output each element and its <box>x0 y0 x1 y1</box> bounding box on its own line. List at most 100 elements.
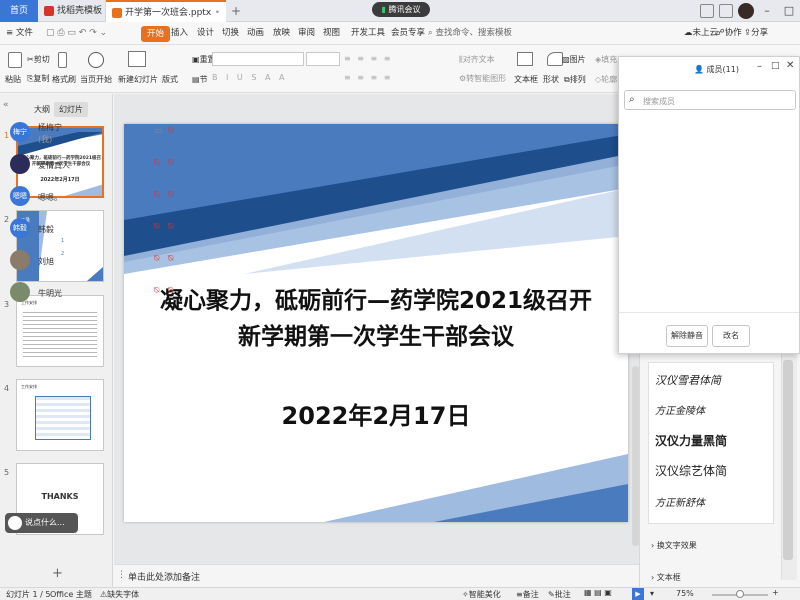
new-slide-button[interactable]: 新建幻灯片 <box>118 74 158 85</box>
add-slide-icon[interactable]: + <box>52 566 63 581</box>
zoom-in-icon[interactable]: + <box>772 588 779 597</box>
member-row[interactable]: 牛明光 ⍉ ⍉ <box>8 278 178 310</box>
tab-template-store[interactable]: 找稻壳模板 <box>38 0 106 22</box>
textbox-toggle[interactable]: › 文本框 <box>651 572 681 583</box>
menu-slideshow[interactable]: 放映 <box>273 22 290 45</box>
notes-bar[interactable]: ⋮ 单击此处添加备注 <box>114 564 639 586</box>
scrollbar[interactable] <box>783 360 793 560</box>
member-row[interactable]: 爱情真人 ⍉ ⍉ <box>8 150 178 182</box>
menu-developer[interactable]: 开发工具 <box>351 22 385 45</box>
slide-canvas[interactable]: 凝心聚力，砥砺前行—药学院2021级召开 新学期第一次学生干部会议 2022年2… <box>124 124 628 522</box>
font-sample-item[interactable]: 汉仪力量黑简 <box>655 432 727 449</box>
meeting-indicator[interactable]: ▮ 腾讯会议 <box>372 2 430 17</box>
paste-icon[interactable] <box>8 52 22 71</box>
mic-muted-icon[interactable]: ⍉ <box>168 286 173 296</box>
collab-button[interactable]: ☍协作 <box>716 22 742 45</box>
font-sample-item[interactable]: 汉仪雪君体简 <box>655 372 721 388</box>
tab-close-icon[interactable]: • <box>215 2 220 24</box>
font-sample-item[interactable]: 汉仪综艺体简 <box>655 462 727 479</box>
outline-button[interactable]: ◇轮廓 <box>595 74 617 85</box>
tab-slides[interactable]: 幻灯片 <box>54 102 88 117</box>
minimize-icon[interactable]: – <box>756 0 778 22</box>
menu-view[interactable]: 视图 <box>323 22 340 45</box>
alignment-icons[interactable]: ≡ ≡ ≡ ≡ <box>344 73 392 82</box>
zoom-level[interactable]: 75% <box>676 589 694 598</box>
menu-insert[interactable]: 插入 <box>171 22 188 45</box>
chat-input[interactable]: 说点什么... <box>5 513 78 533</box>
paste-button[interactable]: 粘贴 <box>5 74 21 85</box>
popup-maximize-icon[interactable]: □ <box>771 61 780 71</box>
popup-minimize-icon[interactable]: – <box>757 61 762 72</box>
quick-access-icons[interactable]: ▢ ⎙ ▭ ↶ ↷ ⌄ <box>46 28 107 38</box>
cloud-status[interactable]: ☁未上云 <box>684 22 718 45</box>
font-sample-item[interactable]: 方正金陵体 <box>655 402 705 417</box>
tabs-icon[interactable] <box>719 4 733 18</box>
play-icon[interactable]: ▶ <box>632 588 644 600</box>
smart-graphic-button[interactable]: ⚙转智能图形 <box>459 73 506 84</box>
menu-animation[interactable]: 动画 <box>247 22 264 45</box>
menu-file[interactable]: ≡ 文件 <box>6 22 33 45</box>
member-row[interactable]: 韩毅 韩毅 ⍉ ⍉ <box>8 214 178 246</box>
comments-toggle[interactable]: ✎批注 <box>548 589 571 600</box>
member-row[interactable]: 刘旭 ⍉ ⍉ <box>8 246 178 278</box>
menu-design[interactable]: 设计 <box>197 22 214 45</box>
smart-beautify-button[interactable]: ✧智能美化 <box>462 589 501 600</box>
shape-button[interactable]: 形状 <box>543 74 559 85</box>
new-tab-icon[interactable]: + <box>231 4 241 18</box>
mic-muted-icon[interactable]: ⍉ <box>168 126 173 136</box>
menu-member[interactable]: 会员专享 <box>391 22 425 45</box>
paragraph-icons[interactable]: ≡ ≡ ≡ ≡ <box>344 54 392 63</box>
align-text-button[interactable]: ⫼对齐文本 <box>459 54 495 65</box>
mic-muted-icon[interactable]: ⍉ <box>168 190 173 200</box>
slide-date[interactable]: 2022年2月17日 <box>124 396 628 431</box>
text-effects-toggle[interactable]: › 换文字效果 <box>651 540 697 551</box>
menu-start[interactable]: 开始 <box>141 26 171 42</box>
member-row[interactable]: 嗯嗯 嗯嗯。 ⍉ ⍉ <box>8 182 178 214</box>
tab-home[interactable]: 首页 <box>0 0 38 22</box>
member-search-input[interactable]: ⌕ 搜索成员 <box>624 90 796 110</box>
mic-muted-icon[interactable]: ⍉ <box>168 254 173 264</box>
copy-button[interactable]: ⎘复制 <box>27 73 49 84</box>
layout-button[interactable]: 版式 <box>162 74 178 85</box>
font-format-icons[interactable]: B I U S A A <box>212 73 287 82</box>
member-name: 杨梅宁 <box>38 123 62 132</box>
font-sample-item[interactable]: 方正新舒体 <box>655 494 705 509</box>
tab-document[interactable]: 开学第一次班会.pptx • <box>106 0 226 22</box>
notes-toggle[interactable]: ≡备注 <box>516 589 539 600</box>
font-size-select[interactable] <box>306 52 340 66</box>
slide-title-line-1[interactable]: 凝心聚力，砥砺前行—药学院2021级召开 <box>124 284 628 318</box>
rename-button[interactable]: 改名 <box>712 325 750 347</box>
view-mode-buttons[interactable]: ▦ ▤ ▣ <box>584 588 612 597</box>
cut-button[interactable]: ✂剪切 <box>27 54 50 65</box>
popup-close-icon[interactable]: ✕ <box>786 60 794 71</box>
mic-muted-icon[interactable]: ⍉ <box>168 158 173 168</box>
picture-button[interactable]: ▨图片 <box>562 54 586 65</box>
collapse-panel-icon[interactable]: « <box>3 100 9 110</box>
slide-title-line-2[interactable]: 新学期第一次学生干部会议 <box>124 320 628 354</box>
unmute-all-button[interactable]: 解除静音 <box>666 325 708 347</box>
video-off-icon: ⍉ <box>154 158 160 168</box>
zoom-out-icon[interactable]: ▾ <box>650 589 654 598</box>
editor-scrollbar[interactable] <box>632 366 639 546</box>
font-family-select[interactable] <box>212 52 304 66</box>
format-painter-button[interactable]: 格式刷 <box>52 74 76 85</box>
textbox-button[interactable]: 文本框 <box>514 74 538 85</box>
menu-transition[interactable]: 切换 <box>222 22 239 45</box>
play-current-button[interactable]: 当页开始 <box>80 74 112 85</box>
tab-outline[interactable]: 大纲 <box>34 104 50 115</box>
share-button[interactable]: ⇪分享 <box>744 22 768 45</box>
slide-thumbnail-4[interactable]: 工作安排 <box>16 379 104 451</box>
menu-review[interactable]: 审阅 <box>298 22 315 45</box>
mic-muted-icon[interactable]: ⍉ <box>168 222 173 232</box>
maximize-icon[interactable]: □ <box>778 0 800 22</box>
zoom-slider-handle[interactable] <box>736 590 744 598</box>
avatar[interactable] <box>738 3 754 19</box>
fill-button[interactable]: ◈填充 <box>595 54 617 65</box>
section-button[interactable]: ▤节 <box>192 74 208 85</box>
arrange-button[interactable]: ⧉排列 <box>564 74 586 85</box>
command-search[interactable]: ⌕ 查找命令、搜索模板 <box>428 22 512 45</box>
notes-toggle-label: 备注 <box>522 590 539 599</box>
member-row[interactable]: 梅宁 杨梅宁 (我) ▭ ⍉ <box>8 118 178 150</box>
layout-icon[interactable] <box>700 4 714 18</box>
missing-font-button[interactable]: ⚠缺失字体 <box>100 589 139 600</box>
